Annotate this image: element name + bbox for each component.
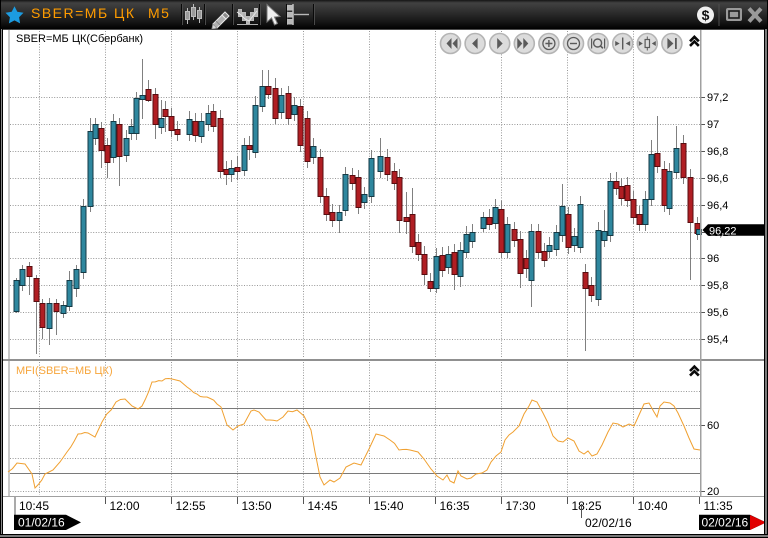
svg-text:01/02/16: 01/02/16: [18, 516, 65, 530]
svg-text:97,2: 97,2: [707, 92, 728, 104]
svg-text:20: 20: [707, 486, 719, 498]
svg-text:10:40: 10:40: [638, 499, 668, 513]
svg-text:18:25: 18:25: [572, 499, 602, 513]
svg-text:12:00: 12:00: [110, 499, 140, 513]
svg-text:13:50: 13:50: [242, 499, 272, 513]
svg-text:95,8: 95,8: [707, 280, 728, 292]
svg-text:96,8: 96,8: [707, 146, 728, 158]
svg-text:16:35: 16:35: [440, 499, 470, 513]
svg-text:96,6: 96,6: [707, 173, 728, 185]
svg-text:11:35: 11:35: [704, 499, 733, 513]
svg-text:12:55: 12:55: [176, 499, 206, 513]
svg-text:SBER=МБ ЦК(Сбербанк): SBER=МБ ЦК(Сбербанк): [16, 33, 143, 45]
svg-text:$: $: [702, 7, 710, 23]
svg-text:96,22: 96,22: [709, 226, 737, 238]
svg-text:95,4: 95,4: [707, 334, 728, 346]
svg-text:02/02/16: 02/02/16: [585, 516, 632, 530]
svg-text:02/02/16: 02/02/16: [702, 516, 749, 530]
svg-text:96: 96: [707, 253, 719, 265]
svg-text:96,4: 96,4: [707, 200, 728, 212]
svg-text:10:45: 10:45: [19, 499, 49, 513]
svg-text:MFI(SBER=МБ ЦК): MFI(SBER=МБ ЦК): [16, 365, 113, 377]
svg-text:95,6: 95,6: [707, 307, 728, 319]
svg-text:60: 60: [707, 420, 719, 432]
svg-text:97: 97: [707, 119, 719, 131]
svg-text:14:45: 14:45: [308, 499, 338, 513]
svg-text:15:40: 15:40: [374, 499, 404, 513]
svg-text:17:30: 17:30: [506, 499, 536, 513]
